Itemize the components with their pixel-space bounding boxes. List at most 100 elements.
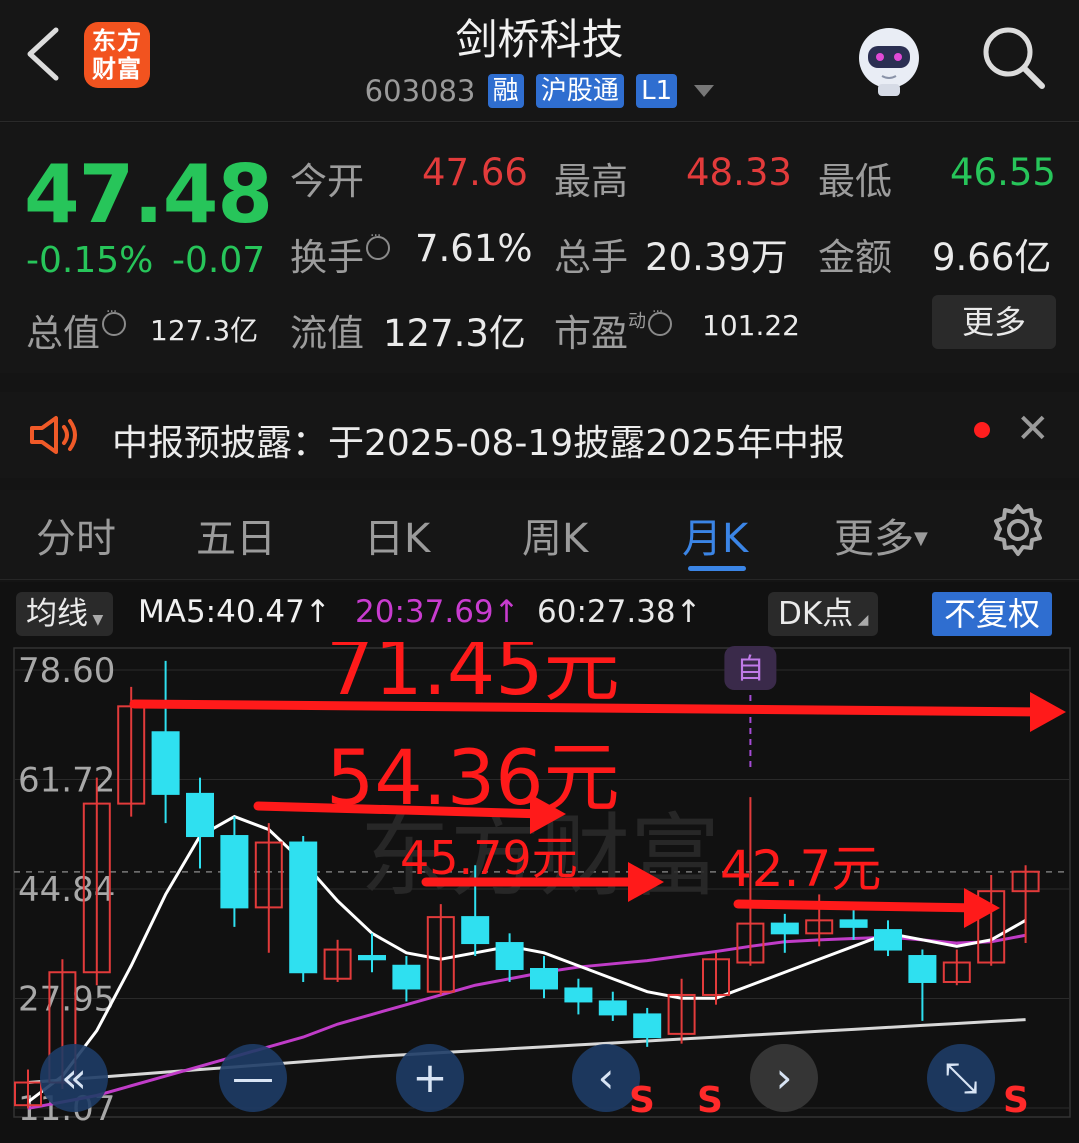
tab-weekly-k[interactable]: 周K	[522, 506, 588, 564]
close-icon[interactable]: ✕	[1016, 406, 1050, 452]
tag-level: L1	[636, 74, 678, 108]
y-tick-label: 61.72	[18, 760, 115, 800]
info-icon[interactable]	[366, 228, 390, 260]
ma-selector[interactable]: 均线 ▼	[16, 592, 114, 636]
tab-monthly-k[interactable]: 月K	[682, 506, 748, 564]
dk-point-selector[interactable]: DK点 ◢	[768, 592, 879, 636]
y-tick-label: 78.60	[18, 651, 115, 691]
stock-code: 603083	[364, 74, 476, 108]
candle-body	[392, 964, 421, 990]
pe-label[interactable]: 市盈动	[554, 303, 672, 357]
marker-label: 自	[736, 652, 764, 685]
robot-mascot-icon[interactable]	[848, 18, 930, 100]
dk-label: DK点	[778, 596, 854, 632]
tab-more[interactable]: 更多▼	[834, 506, 928, 564]
zoom-out-icon: —	[232, 1053, 274, 1102]
change-amount: -0.07	[172, 240, 266, 281]
info-icon[interactable]	[648, 304, 672, 336]
volume-label: 总手	[554, 236, 628, 279]
sell-signal: S	[697, 1080, 723, 1121]
candle-body	[770, 922, 799, 935]
settings-gear-icon[interactable]	[990, 502, 1046, 558]
period-tabs: 分时 五日 日K 周K 月K 更多▼	[0, 490, 1079, 580]
chevron-down-icon[interactable]	[694, 85, 715, 97]
annotation-label-2: 54.36元	[326, 733, 620, 822]
pe-sup: 动	[628, 310, 646, 332]
tag-connect: 沪股通	[535, 74, 624, 108]
candle-body	[908, 955, 937, 983]
float-value: 127.3亿	[383, 312, 526, 355]
candle-body	[289, 841, 318, 974]
tag-margin: 融	[487, 74, 524, 108]
candle-body	[633, 1013, 662, 1039]
annotation-arrow-4	[733, 899, 985, 913]
notice-bar[interactable]: 中报预披露：于2025-08-19披露2025年中报 ✕	[0, 392, 1079, 478]
high-label: 最高	[554, 160, 628, 203]
mktcap-value: 127.3亿	[150, 314, 259, 347]
amount-value: 9.66亿	[932, 236, 1052, 279]
sell-signal: S	[1003, 1080, 1029, 1121]
candle-body	[495, 942, 524, 971]
candle-body	[530, 968, 558, 990]
ma20-value: 20:37.69↑	[355, 594, 520, 630]
notice-text: 中报预披露：于2025-08-19披露2025年中报	[112, 423, 845, 464]
y-tick-label: 27.95	[18, 980, 115, 1020]
turnover-label-text: 换手	[290, 236, 364, 279]
float-label: 流值	[290, 312, 364, 355]
adjust-mode-button[interactable]: 不复权	[932, 592, 1053, 636]
candle-body	[220, 835, 249, 909]
dropdown-arrow-icon: ▼	[88, 612, 104, 628]
candle-body	[839, 919, 868, 928]
search-icon[interactable]	[978, 22, 1048, 92]
dropdown-arrow-icon: ▼	[914, 528, 928, 549]
high-value: 48.33	[686, 151, 792, 194]
more-quote-button[interactable]: 更多	[932, 295, 1056, 349]
annotation-label-1: 71.45元	[326, 642, 620, 712]
last-price: 47.48	[24, 148, 273, 241]
annotation-label-3: 45.79元	[400, 831, 578, 885]
pe-label-text: 市盈	[554, 312, 628, 355]
candle-body	[598, 1000, 627, 1016]
tab-five-day[interactable]: 五日	[196, 506, 276, 564]
candle-body	[564, 987, 593, 1003]
annotation-arrow-1-head	[1030, 692, 1066, 732]
amount-label: 金额	[818, 236, 892, 279]
info-icon[interactable]	[102, 304, 126, 336]
unread-dot	[974, 422, 990, 438]
open-value: 47.66	[422, 151, 528, 194]
ma60-value: 60:27.38↑	[537, 594, 702, 630]
speaker-icon	[30, 416, 77, 454]
candle-body	[358, 955, 386, 961]
fullscreen-icon: ⤡	[944, 1053, 978, 1102]
mktcap-label[interactable]: 总值	[26, 303, 126, 357]
annotation-arrow-4-head	[964, 888, 1000, 928]
dropdown-arrow-icon: ◢	[853, 612, 869, 628]
change-percent: -0.15%	[26, 240, 154, 281]
kline-svg[interactable]: 78.6061.7244.8427.9511.07东方财富自71.45元54.3…	[0, 623, 1079, 1143]
ma-selector-label: 均线	[26, 596, 88, 632]
kline-chart[interactable]: 78.6061.7244.8427.9511.07东方财富自71.45元54.3…	[0, 623, 1079, 1143]
volume-value: 20.39万	[645, 236, 788, 279]
sell-signal: S	[629, 1080, 655, 1121]
candle-body	[874, 929, 902, 951]
tab-daily-k[interactable]: 日K	[364, 506, 430, 564]
zoom-in-icon: +	[412, 1053, 447, 1102]
tab-intraday[interactable]: 分时	[36, 506, 116, 564]
chart-toolbar: 均线 ▼ MA5:40.47↑ 20:37.69↑ 60:27.38↑ DK点 …	[0, 582, 1079, 642]
turnover-label[interactable]: 换手	[290, 227, 390, 281]
prev-icon: ‹	[598, 1053, 615, 1102]
mktcap-label-text: 总值	[26, 312, 100, 355]
annotation-label-4: 42.7元	[720, 840, 881, 898]
next-icon: ›	[776, 1053, 793, 1102]
candle-body	[151, 731, 180, 795]
pe-value: 101.22	[702, 309, 800, 342]
open-label: 今开	[290, 160, 364, 203]
candle-body	[186, 792, 214, 838]
ma20-line	[27, 933, 1026, 1110]
active-tab-underline	[688, 566, 746, 571]
ma5-value: MA5:40.47↑	[138, 594, 331, 630]
tab-more-label: 更多	[834, 516, 914, 562]
candle-body	[461, 916, 490, 945]
scroll-left-fast-icon: «	[61, 1053, 87, 1102]
y-tick-label: 44.84	[18, 870, 115, 910]
